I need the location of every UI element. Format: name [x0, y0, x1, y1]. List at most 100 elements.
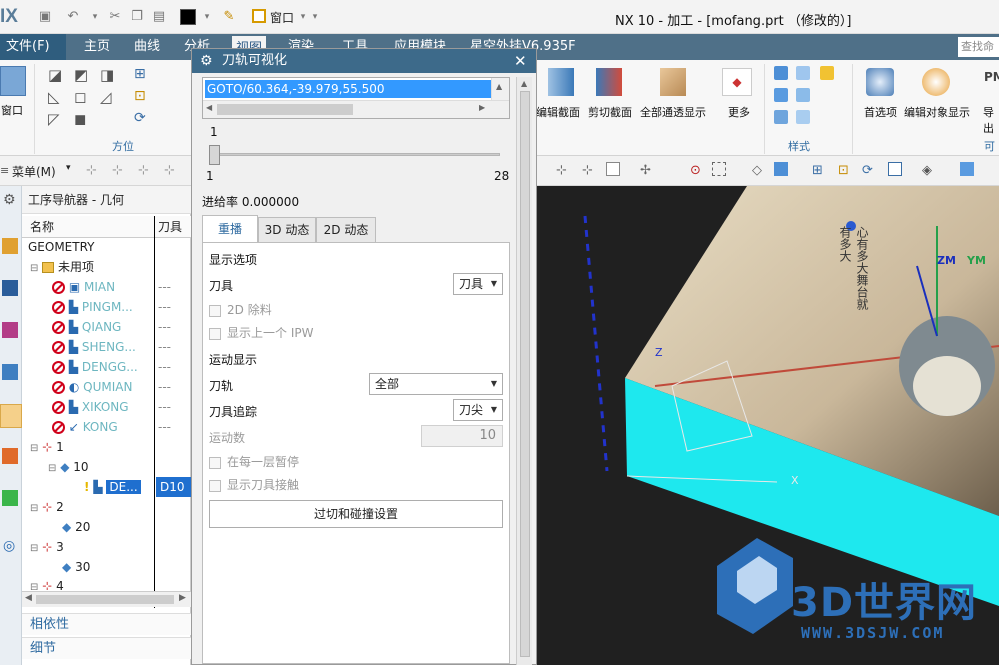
- operation-nav-icon[interactable]: [2, 364, 18, 380]
- tree-row-op[interactable]: ▙ DENGG... ---: [52, 357, 190, 377]
- checkbox-box[interactable]: [209, 327, 221, 340]
- web-browser-icon[interactable]: ◎: [3, 538, 15, 554]
- transparent-icon[interactable]: [660, 68, 686, 96]
- tab-home[interactable]: 主页: [80, 34, 114, 60]
- tree-row-op[interactable]: ▙ SHENG... ---: [52, 337, 190, 357]
- hscroll-thumb[interactable]: [217, 104, 353, 115]
- color-dropdown-icon[interactable]: ▾: [198, 8, 216, 26]
- window-large-icon[interactable]: [0, 66, 26, 96]
- static-wire-icon[interactable]: [774, 110, 788, 124]
- checkbox-box[interactable]: [209, 304, 221, 317]
- checkbox-box[interactable]: [209, 456, 221, 469]
- display-mode-icon[interactable]: ◈: [922, 163, 932, 178]
- zoom-view-icon[interactable]: ⊡: [838, 163, 849, 178]
- slider-track[interactable]: [214, 153, 500, 156]
- menu-dropdown-icon[interactable]: ▾: [66, 163, 71, 173]
- window-menu[interactable]: 窗口: [270, 9, 294, 26]
- goto-line-selected[interactable]: GOTO/60.364,-39.979,55.500: [205, 80, 491, 98]
- box-select-icon[interactable]: [606, 162, 620, 176]
- horizontal-scrollbar[interactable]: ◀ ▶: [22, 591, 191, 607]
- undo-icon[interactable]: ↶: [64, 8, 82, 26]
- gear-icon[interactable]: ⚙: [200, 49, 213, 73]
- rotate-icon[interactable]: ⟳: [134, 110, 146, 126]
- tree-row-workpiece[interactable]: ◆ 30: [62, 557, 90, 577]
- tab-replay[interactable]: 重播: [202, 215, 258, 243]
- view-trimetric-icon[interactable]: ◼: [74, 110, 86, 128]
- snap2-icon[interactable]: ⊹: [164, 163, 175, 178]
- scroll-left-icon[interactable]: ◀: [206, 103, 212, 112]
- copy-icon[interactable]: ❐: [128, 8, 146, 26]
- collapse-icon[interactable]: ⊟: [30, 443, 38, 454]
- collapse-icon[interactable]: ⊟: [30, 263, 38, 274]
- slider-thumb[interactable]: [209, 145, 220, 165]
- lasso-icon[interactable]: [712, 162, 726, 176]
- tree-row-op[interactable]: ↙ KONG ---: [52, 417, 190, 437]
- view-front-icon[interactable]: ◪: [48, 66, 62, 84]
- tree-row-op[interactable]: ▙ XIKONG ---: [52, 397, 190, 417]
- snap-end-icon[interactable]: ⊹: [582, 163, 593, 178]
- checkbox-prev-ipw[interactable]: 显示上一个 IPW: [209, 324, 313, 341]
- dialog-scrollbar[interactable]: ▲: [516, 77, 532, 665]
- edit-display-icon[interactable]: [922, 68, 950, 96]
- hidden-edges-icon[interactable]: [796, 88, 810, 102]
- collapse-icon[interactable]: ⊟: [48, 463, 56, 474]
- shaded-icon[interactable]: [774, 66, 788, 80]
- pen-icon[interactable]: ✎: [220, 8, 238, 26]
- dialog-scroll-thumb[interactable]: [520, 91, 530, 657]
- roles-icon[interactable]: [2, 490, 18, 506]
- point-icon[interactable]: ✢: [640, 163, 651, 178]
- command-search-input[interactable]: 查找命令: [958, 37, 999, 73]
- assembly-nav-icon[interactable]: [2, 238, 18, 254]
- window-button-label[interactable]: 窗口: [0, 102, 24, 118]
- tab-3d-dynamic[interactable]: 3D 动态: [258, 217, 316, 243]
- paste-icon[interactable]: ▤: [150, 8, 168, 26]
- collapse-icon[interactable]: ⊟: [30, 503, 38, 514]
- constraint-nav-icon[interactable]: [2, 322, 18, 338]
- undo-dropdown-icon[interactable]: ▾: [86, 8, 104, 26]
- column-tool[interactable]: 刀具: [158, 216, 182, 238]
- shaded-view-icon[interactable]: [774, 162, 788, 176]
- scroll-right-icon[interactable]: ▶: [179, 593, 186, 603]
- center-icon[interactable]: ⊙: [690, 163, 701, 178]
- window-icon[interactable]: [252, 9, 266, 23]
- listbox-vscroll[interactable]: ▲: [491, 78, 509, 102]
- tree-row-csys[interactable]: ⊟ ⊹ 2: [30, 497, 64, 517]
- edit-section-button[interactable]: 编辑截面: [536, 104, 580, 120]
- scroll-up-icon[interactable]: ▲: [496, 82, 502, 91]
- collapse-icon[interactable]: ⊟: [30, 582, 38, 590]
- checkbox-2d-ipw[interactable]: 2D 除料: [209, 301, 272, 318]
- transparent-all-button[interactable]: 全部通透显示: [640, 104, 706, 120]
- view-bottom-icon[interactable]: ◻: [74, 88, 86, 106]
- rotate-view-icon[interactable]: ⟳: [862, 163, 873, 178]
- more-button[interactable]: 更多: [728, 104, 750, 120]
- clip-section-button[interactable]: 剪切截面: [588, 104, 632, 120]
- scroll-thumb[interactable]: [36, 595, 174, 604]
- scroll-right-icon[interactable]: ▶: [479, 103, 485, 112]
- scroll-up-icon[interactable]: ▲: [521, 79, 527, 88]
- cut-icon[interactable]: ✂: [106, 8, 124, 26]
- view-back-icon[interactable]: ◿: [100, 88, 112, 106]
- tool-dropdown[interactable]: 刀具: [453, 273, 503, 295]
- scroll-left-icon[interactable]: ◀: [25, 593, 32, 603]
- snap-icon[interactable]: ⊹: [138, 163, 149, 178]
- view-left-icon[interactable]: ◨: [100, 66, 114, 84]
- view-top-icon[interactable]: ◩: [74, 66, 88, 84]
- wireframe-icon[interactable]: [774, 88, 788, 102]
- partial-shaded-icon[interactable]: [796, 110, 810, 124]
- tree-row-unused[interactable]: ⊟ 未用项: [30, 257, 190, 277]
- tree-row-workpiece[interactable]: ◆ 20: [62, 517, 90, 537]
- customize-icon[interactable]: ▾: [306, 8, 324, 26]
- tree-row-op[interactable]: ▣ MIAN ---: [52, 277, 190, 297]
- machine-nav-icon[interactable]: [0, 404, 22, 428]
- main-menu-button[interactable]: 菜单(M): [12, 163, 56, 180]
- studio-icon[interactable]: [820, 66, 834, 80]
- edit-object-display-button[interactable]: 编辑对象显示: [904, 104, 970, 120]
- shaded-edges-icon[interactable]: [796, 66, 810, 80]
- close-icon[interactable]: ✕: [514, 49, 527, 73]
- tool-trace-dropdown[interactable]: 刀尖: [453, 399, 503, 421]
- graphics-viewport[interactable]: 心有多大舞台就有多大 ZM YM Z X 3D世界网 WWW.3DSJW.COM: [537, 186, 999, 665]
- tab-2d-dynamic[interactable]: 2D 动态: [316, 217, 376, 243]
- goto-listbox[interactable]: GOTO/60.364,-39.979,55.500 ▲ ◀ ▶: [202, 77, 510, 119]
- orient-view-icon[interactable]: [888, 162, 902, 176]
- tree-row-op[interactable]: ▙ QIANG ---: [52, 317, 190, 337]
